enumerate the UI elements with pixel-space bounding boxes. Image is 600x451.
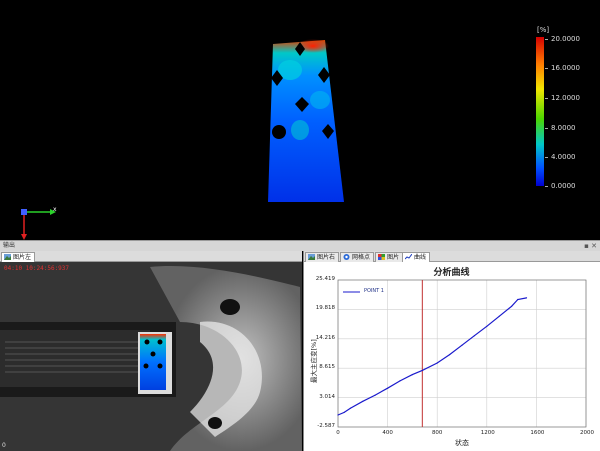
colorbar-tick: 8.0000 xyxy=(545,124,576,132)
output-panel-header: 输出 ▪ ✕ xyxy=(0,240,600,251)
y-tick-label: 19.818 xyxy=(315,305,335,312)
tab-curve[interactable]: 曲线 xyxy=(402,252,431,262)
chart-area[interactable] xyxy=(304,262,600,451)
app-window: x [%] 20.0000 16.0000 12.0000 8.0000 4.0… xyxy=(0,0,600,451)
left-tabstrip: 图片左 xyxy=(0,251,302,262)
legend-label: POINT 1 xyxy=(364,288,384,294)
right-tabstrip: 图片右 网格点 图片 曲线 xyxy=(304,251,600,262)
tab-label: 网格点 xyxy=(352,254,371,261)
tab-grid-points[interactable]: 网格点 xyxy=(340,252,375,262)
camera-corner-label: 0 xyxy=(2,442,6,449)
y-tick-label: 3.014 xyxy=(319,393,335,400)
tab-image-left[interactable]: 图片左 xyxy=(1,252,36,262)
colorbar-tick: 12.0000 xyxy=(545,94,580,102)
tab-image[interactable]: 图片 xyxy=(375,252,404,262)
x-tick-label: 0 xyxy=(336,430,340,436)
tab-label: 图片 xyxy=(387,254,400,261)
colorbar-tick: 16.0000 xyxy=(545,64,580,72)
x-tick-label: 400 xyxy=(382,430,393,436)
image-icon xyxy=(4,254,11,260)
tab-image-right[interactable]: 图片右 xyxy=(305,252,340,262)
x-tick-label: 1200 xyxy=(480,430,495,436)
tab-label: 图片右 xyxy=(317,254,336,261)
output-panel-title: 输出 xyxy=(3,242,16,249)
x-tick-label: 800 xyxy=(431,430,443,436)
x-tick-label: 1600 xyxy=(530,430,545,436)
camera-image[interactable]: 04:10 10:24:56:937 0 xyxy=(0,262,302,451)
y-axis-label: 最大主应变[%] xyxy=(310,339,318,383)
x-tick-label: 2000 xyxy=(580,430,594,436)
colorbar-tick: 4.0000 xyxy=(545,153,576,161)
y-tick-label: 25.419 xyxy=(315,276,335,282)
chart-title: 分析曲线 xyxy=(433,268,470,278)
colorbar xyxy=(536,37,544,186)
tab-label: 曲线 xyxy=(414,254,427,261)
grid-icon xyxy=(343,254,350,260)
tab-label: 图片左 xyxy=(13,254,32,261)
camera-timestamp: 04:10 10:24:56:937 xyxy=(4,265,70,272)
right-chart-pane: 图片右 网格点 图片 曲线 xyxy=(303,251,600,451)
axis-x-label: x xyxy=(53,206,57,213)
curve-icon xyxy=(405,254,412,260)
strain-3d-viewport[interactable]: x [%] 20.0000 16.0000 12.0000 8.0000 4.0… xyxy=(0,0,600,240)
image-icon xyxy=(308,254,315,260)
panel-controls-button[interactable]: ▪ ✕ xyxy=(584,241,597,251)
colorbar-tick: 20.0000 xyxy=(545,35,580,43)
colorbar-unit: [%] xyxy=(537,26,550,34)
x-axis-label: 状态 xyxy=(455,439,469,447)
specimen-strain-map xyxy=(268,39,344,202)
left-image-pane: 图片左 04:10 10:24:56:937 0 xyxy=(0,251,302,451)
colorbar-tick: 0.0000 xyxy=(545,182,576,190)
y-tick-label: -2.587 xyxy=(317,423,335,429)
camera-photo xyxy=(0,262,302,451)
image-icon xyxy=(378,254,385,260)
